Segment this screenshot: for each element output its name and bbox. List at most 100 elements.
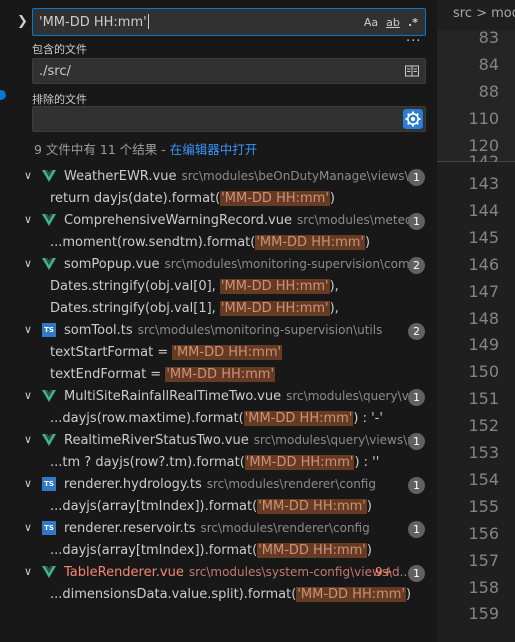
match-text: Dates.stringify(obj.val[1], 'MM-DD HH:mm… [50, 301, 339, 316]
match-count-badge: 1 [408, 433, 425, 450]
match-text: ...dayjs(array[tmIndex]).format('MM-DD H… [50, 543, 372, 558]
line-number: 151 [468, 389, 499, 409]
exclude-label: 排除的文件 [32, 93, 87, 106]
line-number: 144 [468, 200, 499, 220]
editor-gutter: src > modu 838488110120 142 143144145146… [437, 0, 515, 642]
open-in-editor-link[interactable]: 在编辑器中打开 [170, 142, 258, 157]
file-result[interactable]: ∨ ComprehensiveWarningRecord.vue src\modul… [14, 210, 437, 232]
line-number: 147 [468, 281, 499, 301]
match-line[interactable]: ...tm ? dayjs(row?.tm).format('MM-DD HH:… [14, 452, 437, 474]
match-line[interactable]: ...dayjs(array[tmIndex]).format('MM-DD H… [14, 540, 437, 562]
exclude-field[interactable] [32, 106, 426, 132]
match-suffix: ) [329, 191, 335, 206]
file-path: src\modules\renderer\config [200, 521, 370, 535]
file-name: somPopup.vue src\modules\monitoring-super… [64, 257, 409, 272]
match-prefix: ...moment(row.sendtm).format( [50, 235, 256, 250]
match-text: ...dayjs(row.maxtime).format('MM-DD HH:m… [50, 411, 383, 426]
search-row: ❯ 'MM-DD HH:mm' Aa ab .* [14, 8, 437, 36]
match-case-button[interactable]: Aa [363, 15, 379, 31]
line-number: 155 [468, 496, 499, 516]
file-name: TableRenderer.vue src\modules\system-conf… [64, 565, 409, 580]
file-name: WeatherEWR.vue src\modules\beOnDutyManage… [64, 169, 409, 184]
match-suffix: ), [329, 279, 339, 294]
include-field[interactable]: ./src/ [32, 58, 426, 84]
match-count-badge: 1 [408, 521, 425, 538]
match-text: Dates.stringify(obj.val[0], 'MM-DD HH:mm… [50, 279, 339, 294]
file-result[interactable]: ∨ TS renderer.reservoir.ts src\modules\rend… [14, 518, 437, 540]
file-result[interactable]: ∨ TS renderer.hydrology.ts src\modules\rend… [14, 474, 437, 496]
match-highlight: 'MM-DD HH:mm' [257, 543, 367, 558]
match-line[interactable]: Dates.stringify(obj.val[0], 'MM-DD HH:mm… [14, 276, 437, 298]
line-number: 156 [468, 523, 499, 543]
match-prefix: return dayjs(date).format( [50, 191, 221, 206]
match-line[interactable]: ...dayjs(row.maxtime).format('MM-DD HH:m… [14, 408, 437, 430]
match-whole-word-button[interactable]: ab [384, 15, 402, 31]
line-number: 152 [468, 416, 499, 436]
file-result[interactable]: ∨ TS somTool.ts src\modules\monitoring-supe… [14, 320, 437, 342]
match-text: ...dimensionsData.value.split).format('M… [50, 587, 411, 602]
file-path: src\modules\beOnDutyManage\views\weath..… [181, 169, 409, 183]
file-path: src\modules\query\views\... [286, 389, 409, 403]
match-line[interactable]: ...moment(row.sendtm).format('MM-DD HH:m… [14, 232, 437, 254]
match-suffix: ) [365, 235, 371, 250]
match-line[interactable]: textStartFormat = 'MM-DD HH:mm' [14, 342, 437, 364]
match-line[interactable]: return dayjs(date).format('MM-DD HH:mm') [14, 188, 437, 210]
match-count-badge: 1 [408, 389, 425, 406]
breadcrumb[interactable]: src > modu [437, 0, 515, 30]
match-count-badge: 1 [408, 169, 425, 186]
match-highlight: 'MM-DD HH:mm' [296, 587, 407, 602]
match-highlight: 'MM-DD HH:mm' [244, 455, 355, 470]
file-result[interactable]: ∨ TableRenderer.vue src\modules\system-con… [14, 562, 437, 584]
use-exclude-settings-button[interactable] [403, 109, 423, 129]
search-input[interactable]: 'MM-DD HH:mm' Aa ab .* [32, 8, 426, 36]
regex-button[interactable]: .* [406, 15, 420, 31]
toggle-replace-icon[interactable]: ❯ [17, 13, 29, 31]
file-name: ComprehensiveWarningRecord.vue src\module… [64, 213, 409, 228]
include-value[interactable]: ./src/ [39, 64, 71, 79]
open-editors-only-icon[interactable] [404, 63, 420, 79]
match-suffix: ), [329, 301, 339, 316]
match-line[interactable]: ...dimensionsData.value.split).format('M… [14, 584, 437, 606]
search-active-indicator [0, 90, 6, 100]
match-prefix: textEndFormat = [50, 367, 166, 382]
line-number: 84 [478, 55, 499, 74]
match-text: ...dayjs(array[tmIndex]).format('MM-DD H… [50, 499, 372, 514]
line-number: 148 [468, 308, 499, 328]
line-number: 153 [468, 443, 499, 462]
match-prefix: Dates.stringify(obj.val[0], [50, 279, 220, 294]
line-number: 146 [468, 254, 499, 274]
file-result[interactable]: ∨ WeatherEWR.vue src\modules\beOnDutyManag… [14, 166, 437, 188]
file-path: src\modules\meteorolo... [296, 213, 409, 227]
results-tree: ∨ WeatherEWR.vue src\modules\beOnDutyManag… [14, 166, 437, 606]
match-highlight: 'MM-DD HH:mm' [255, 235, 366, 250]
match-line[interactable]: Dates.stringify(obj.val[1], 'MM-DD HH:mm… [14, 298, 437, 320]
match-prefix: textStartFormat = [50, 345, 173, 360]
file-path: src\modules\monitoring-supervision\compo… [164, 257, 409, 271]
file-result[interactable]: ∨ somPopup.vue src\modules\monitoring-supe… [14, 254, 437, 276]
match-highlight: 'MM-DD HH:mm' [219, 279, 330, 294]
more-options-icon[interactable]: ··· [406, 34, 421, 49]
match-line[interactable]: ...dayjs(array[tmIndex]).format('MM-DD H… [14, 496, 437, 518]
line-number: 143 [468, 174, 499, 193]
match-count-badge: 1 [408, 213, 425, 230]
match-prefix: ...dayjs(row.maxtime).format( [50, 411, 244, 426]
file-result[interactable]: ∨ MultiSiteRainfallRealTimeTwo.vue src\mod… [14, 386, 437, 408]
file-name: renderer.reservoir.ts src\modules\rendere… [64, 521, 370, 536]
file-name: RealtimeRiverStatusTwo.vue src\modules\qu… [64, 433, 409, 448]
match-line[interactable]: textEndFormat = 'MM-DD HH:mm' [14, 364, 437, 386]
match-prefix: ...tm ? dayjs(row?.tm).format( [50, 455, 245, 470]
search-panel: ❯ 'MM-DD HH:mm' Aa ab .* 包含的文件 ··· ./src… [14, 0, 437, 642]
line-number: 88 [478, 82, 499, 101]
gear-icon [405, 111, 421, 127]
file-path: src\modules\query\views\river-s... [253, 433, 409, 447]
search-query[interactable]: 'MM-DD HH:mm' [39, 14, 149, 30]
match-suffix: ) : '-' [353, 411, 383, 426]
file-result[interactable]: ∨ RealtimeRiverStatusTwo.vue src\modules\q… [14, 430, 437, 452]
match-count-badge: 2 [408, 257, 425, 274]
results-count: 9 文件中有 11 个结果 - [34, 142, 170, 157]
line-number: 158 [468, 577, 499, 597]
file-name: renderer.hydrology.ts src\modules\rendere… [64, 477, 376, 492]
match-highlight: 'MM-DD HH:mm' [243, 411, 354, 426]
sticky-scroll: 83 84 88 110 120 [437, 28, 515, 162]
line-number: 154 [468, 469, 499, 489]
